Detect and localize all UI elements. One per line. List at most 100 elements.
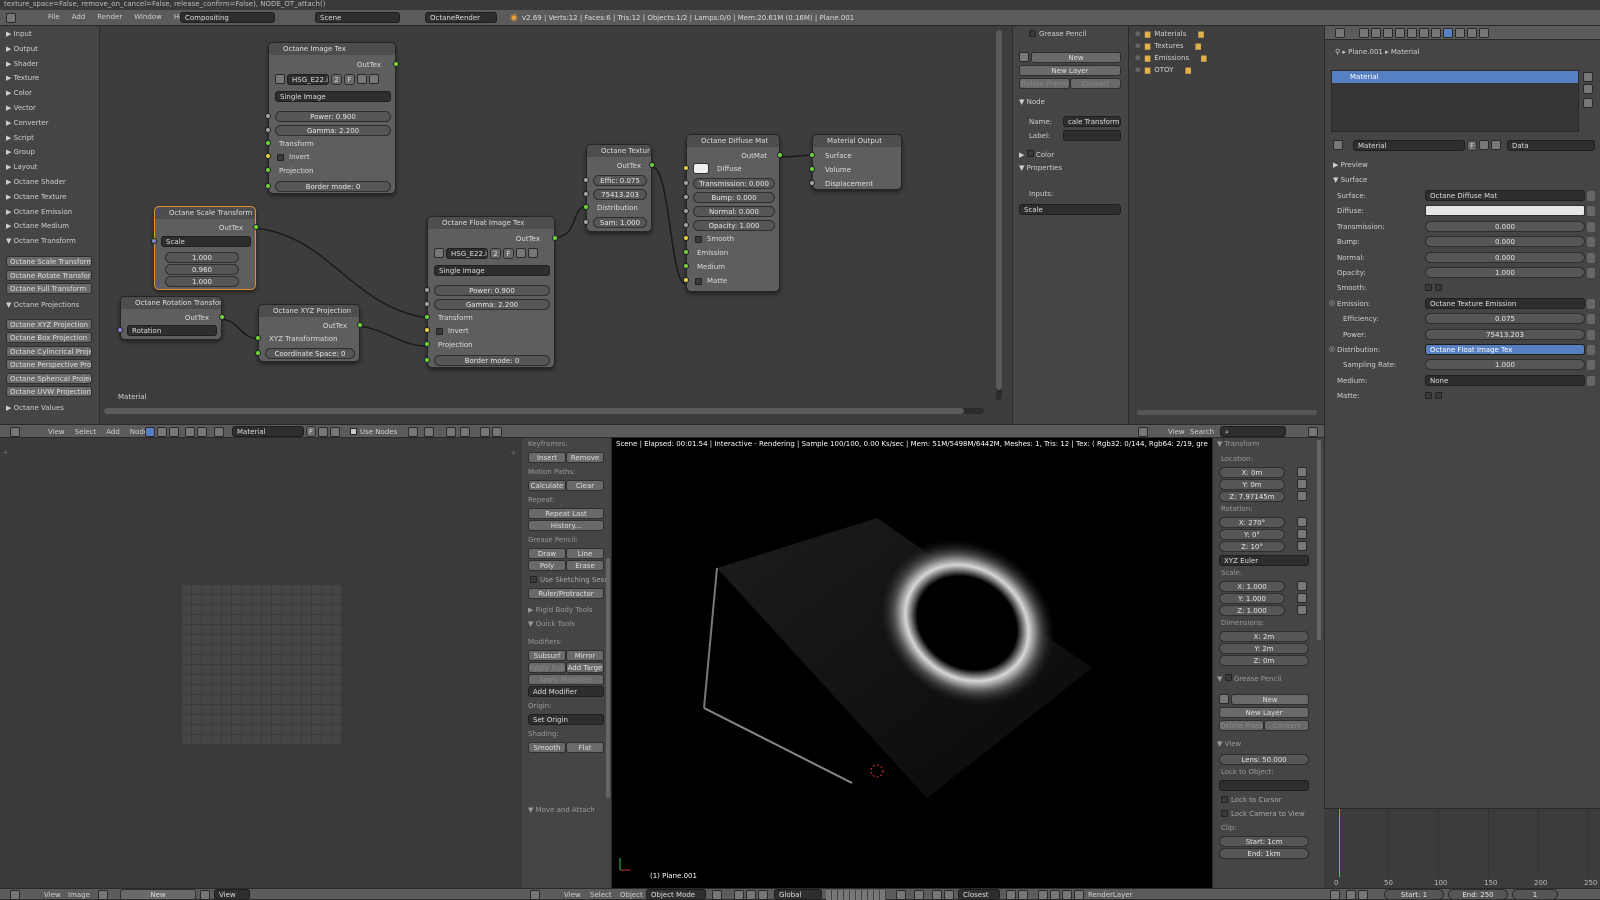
surface-panel-header[interactable]: ▼ Surface bbox=[1333, 176, 1367, 184]
opacity-field[interactable]: Opacity: 1.000 bbox=[693, 220, 775, 231]
lens-field[interactable]: Lens: 50.000 bbox=[1219, 754, 1309, 765]
gp-line-button[interactable]: Line bbox=[566, 548, 604, 559]
menu-window[interactable]: Window bbox=[134, 13, 162, 21]
category-input[interactable]: ▶ Input bbox=[6, 30, 32, 38]
outliner-view-menu[interactable]: View bbox=[1168, 428, 1185, 436]
object-icon[interactable] bbox=[185, 427, 195, 437]
expand-icon[interactable]: ⊕ bbox=[1135, 66, 1141, 74]
power-socket[interactable] bbox=[583, 191, 589, 197]
node-name-field[interactable]: cale Transform bbox=[1063, 116, 1121, 127]
grease-pencil-panel[interactable]: ▼ Grease Pencil bbox=[1217, 674, 1281, 683]
repeat-last-button[interactable]: Repeat Last bbox=[528, 508, 604, 519]
object-menu[interactable]: Object bbox=[620, 891, 643, 899]
fake-user-button[interactable]: F bbox=[1467, 140, 1477, 151]
smooth-checkbox[interactable] bbox=[695, 236, 702, 243]
dimension-y-field[interactable]: Y: 2m bbox=[1219, 643, 1309, 654]
socket-link-icon[interactable]: ◎ bbox=[1329, 299, 1335, 307]
efficiency-field[interactable]: Effic: 0.075 bbox=[593, 175, 647, 186]
orientation-select[interactable]: Global bbox=[774, 889, 822, 900]
diffuse-color-swatch[interactable] bbox=[693, 163, 709, 174]
efficiency-socket[interactable] bbox=[583, 177, 589, 183]
add-modifier-select[interactable]: Add Modifier bbox=[528, 686, 604, 697]
render-icon[interactable] bbox=[1038, 890, 1048, 900]
gp-delete-frame-button[interactable]: Delete Frame bbox=[1219, 720, 1264, 731]
power-socket[interactable] bbox=[265, 113, 271, 119]
image-source-select[interactable]: Single Image bbox=[434, 265, 550, 276]
prop-menu-icon[interactable] bbox=[1587, 268, 1595, 278]
world-tab-icon[interactable] bbox=[1383, 28, 1393, 38]
move-attach-panel[interactable]: ▼ Move and Attach bbox=[528, 806, 595, 814]
node-octane-rotation-transform[interactable]: Octane Rotation Transform OutTex Rotatio… bbox=[117, 296, 225, 340]
scale-y-field[interactable]: Y: 1.000 bbox=[1219, 593, 1285, 604]
select-menu[interactable]: Select bbox=[590, 891, 612, 899]
new-image-button[interactable]: New bbox=[120, 889, 196, 900]
current-frame-field[interactable]: 1 bbox=[1512, 889, 1558, 900]
add-projection-button-2[interactable]: Octane Cylincrical Projecti bbox=[6, 345, 92, 357]
bump-socket[interactable] bbox=[683, 194, 689, 200]
coordinate-space-field[interactable]: Coordinate Space: 0 bbox=[265, 348, 355, 359]
material-browse-icon[interactable] bbox=[214, 427, 224, 437]
lock-z-icon[interactable] bbox=[1297, 491, 1307, 501]
shade-flat-button[interactable]: Flat bbox=[566, 742, 604, 753]
matte-checkbox[interactable] bbox=[695, 278, 702, 285]
add-icon[interactable] bbox=[1479, 140, 1489, 150]
medium-socket[interactable] bbox=[683, 263, 689, 269]
pin-icon[interactable] bbox=[200, 890, 210, 900]
gamma-socket[interactable] bbox=[424, 301, 430, 307]
viewport-render[interactable]: Scene | Elapsed: 00:01.54 | Interactive … bbox=[612, 438, 1212, 888]
clip-end-field[interactable]: End: 1km bbox=[1219, 848, 1309, 859]
category-octane-transform[interactable]: ▼ Octane Transform bbox=[6, 237, 76, 245]
snap-element-icon[interactable] bbox=[460, 427, 470, 437]
proportional-icon[interactable] bbox=[914, 890, 924, 900]
gp-delete-frame-button[interactable]: Delete Frame bbox=[1019, 78, 1070, 89]
add-octane-scale-transform-button[interactable]: Octane Scale Transform bbox=[6, 256, 92, 267]
prop-value-4[interactable]: 0.000 bbox=[1425, 251, 1585, 263]
menu-add[interactable]: Add bbox=[72, 13, 86, 21]
node-menu-add[interactable]: Add bbox=[106, 428, 120, 436]
snap-icon[interactable] bbox=[446, 427, 456, 437]
rotation-z-field[interactable]: Z: 10° bbox=[1219, 541, 1285, 552]
scale-z-field[interactable]: Z: 1.000 bbox=[1219, 605, 1285, 616]
prop-checkbox-socket-6[interactable] bbox=[1435, 284, 1442, 292]
outtex-socket[interactable] bbox=[253, 224, 259, 230]
category-color[interactable]: ▶ Color bbox=[6, 89, 32, 97]
distribution-socket[interactable] bbox=[583, 204, 589, 210]
prop-value-5[interactable]: 1.000 bbox=[1425, 267, 1585, 278]
transform-socket[interactable] bbox=[265, 140, 271, 146]
outliner-item-textures[interactable]: ⊕ ▆ Textures ▆ bbox=[1135, 42, 1201, 50]
power-field[interactable]: 75413.203 bbox=[593, 189, 647, 200]
sketching-checkbox[interactable] bbox=[530, 576, 537, 583]
editor-type-icon[interactable] bbox=[6, 13, 16, 23]
apply-modifiers-button[interactable]: Apply Modifiers bbox=[528, 674, 604, 685]
copy-icon[interactable] bbox=[480, 427, 490, 437]
lock-icon[interactable] bbox=[896, 890, 906, 900]
prop-value-2[interactable]: 0.000 bbox=[1425, 220, 1585, 232]
prop-menu-icon[interactable] bbox=[1587, 298, 1595, 309]
editor-type-icon[interactable] bbox=[10, 890, 20, 900]
set-origin-select[interactable]: Set Origin bbox=[528, 714, 604, 725]
close-icon[interactable] bbox=[528, 248, 538, 258]
gp-convert-button[interactable]: Convert bbox=[1264, 720, 1309, 731]
clear-paths-button[interactable]: Clear bbox=[566, 480, 604, 491]
shading-icon[interactable] bbox=[712, 890, 722, 900]
category-layout[interactable]: ▶ Layout bbox=[6, 163, 37, 171]
scale-x-field[interactable]: 1.000 bbox=[165, 252, 239, 263]
lock-camera-checkbox[interactable] bbox=[1221, 810, 1228, 817]
lock-object-field[interactable] bbox=[1219, 780, 1309, 791]
snap-target-select[interactable]: Closest bbox=[958, 889, 1000, 900]
close-icon[interactable] bbox=[1491, 140, 1501, 150]
power-field[interactable]: Power: 0.900 bbox=[275, 111, 391, 122]
render-anim-icon[interactable] bbox=[1050, 890, 1060, 900]
end-frame-field[interactable]: End: 250 bbox=[1448, 889, 1508, 900]
prop-checkbox-13[interactable] bbox=[1425, 392, 1432, 400]
scene-tab-icon[interactable] bbox=[1371, 28, 1381, 38]
prop-value-9[interactable]: 75413.203 bbox=[1425, 328, 1585, 340]
rotation-y-field[interactable]: Y: 0° bbox=[1219, 529, 1285, 540]
prop-checkbox-6[interactable] bbox=[1425, 284, 1432, 292]
ruler-button[interactable]: Ruler/Protractor bbox=[528, 588, 604, 599]
physics-tab-icon[interactable] bbox=[1479, 28, 1489, 38]
outtex-socket[interactable] bbox=[393, 61, 399, 67]
material-select[interactable]: Material bbox=[232, 426, 304, 437]
view-menu[interactable]: View bbox=[564, 891, 581, 899]
expand-icon[interactable]: ⊕ bbox=[1135, 54, 1141, 62]
